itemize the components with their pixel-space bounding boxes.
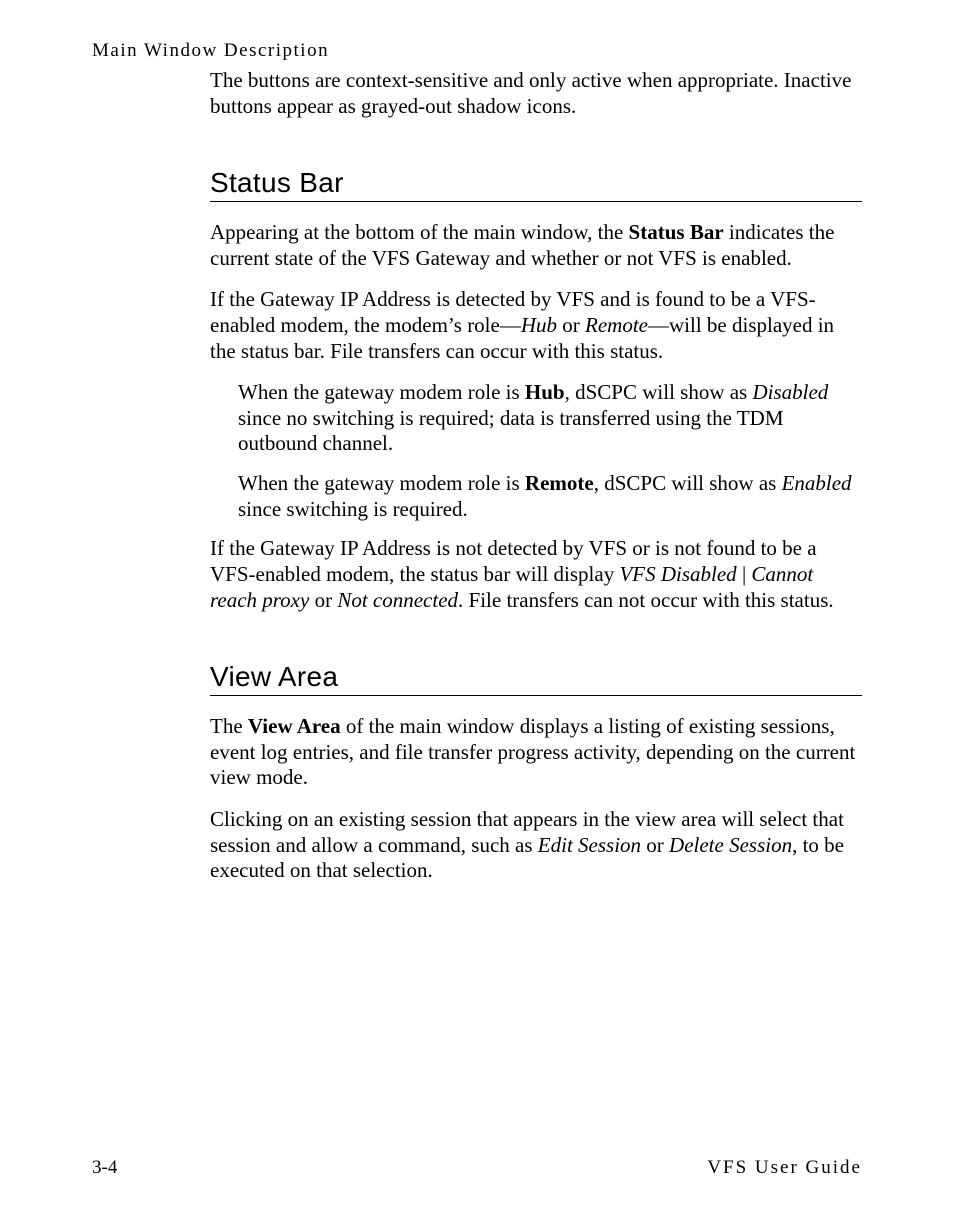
view-area-p1: The View Area of the main window display… <box>210 714 862 791</box>
section-title-status-bar: Status Bar <box>210 167 862 199</box>
status-bar-sub1: When the gateway modem role is Hub, dSCP… <box>210 380 862 457</box>
footer: 3-4 VFS User Guide <box>92 1157 862 1179</box>
body-block: The buttons are context-sensitive and on… <box>210 68 862 884</box>
section-rule-2 <box>210 695 862 696</box>
section-title-view-area: View Area <box>210 661 862 693</box>
intro-paragraph: The buttons are context-sensitive and on… <box>210 68 862 119</box>
page-number: 3-4 <box>92 1157 117 1179</box>
section-rule <box>210 201 862 202</box>
status-bar-sub2: When the gateway modem role is Remote, d… <box>210 471 862 522</box>
page: Main Window Description The buttons are … <box>0 0 954 1227</box>
view-area-p2: Clicking on an existing session that app… <box>210 807 862 884</box>
status-bar-p1: Appearing at the bottom of the main wind… <box>210 220 862 271</box>
running-head: Main Window Description <box>92 40 862 62</box>
status-bar-p2: If the Gateway IP Address is detected by… <box>210 287 862 364</box>
status-bar-p3: If the Gateway IP Address is not detecte… <box>210 536 862 613</box>
doc-title: VFS User Guide <box>707 1157 862 1179</box>
